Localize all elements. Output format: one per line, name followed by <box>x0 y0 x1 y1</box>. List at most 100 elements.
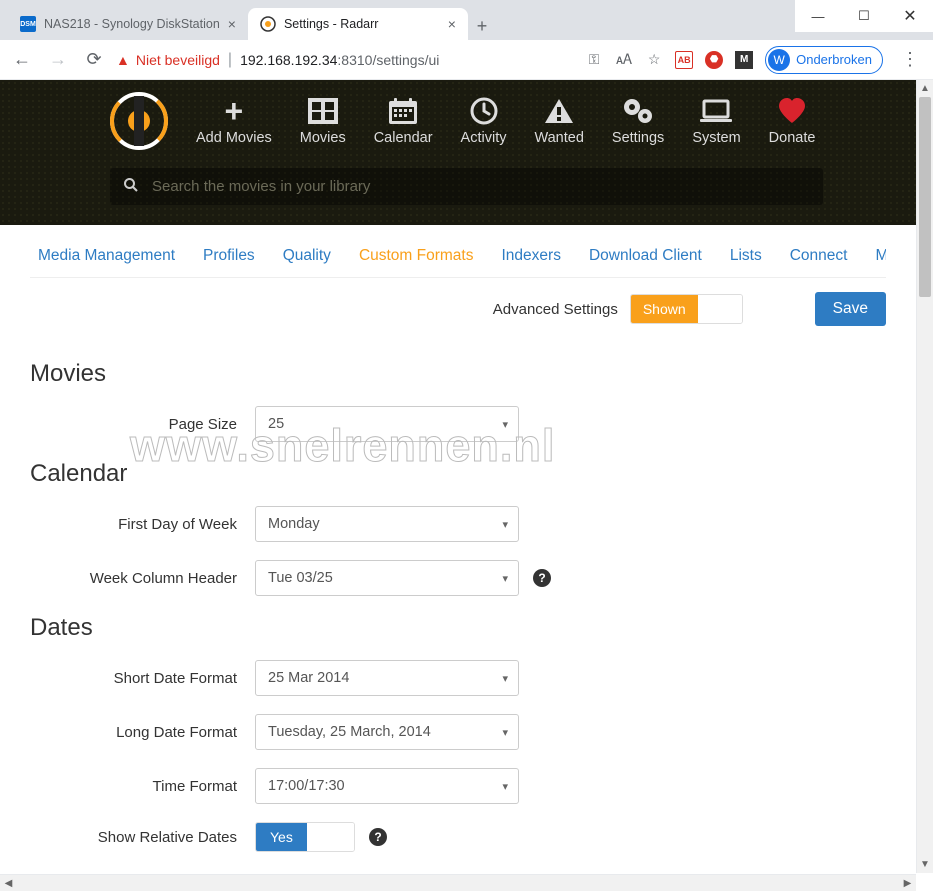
nav-system[interactable]: System <box>692 96 740 146</box>
window-minimize-button[interactable]: — <box>795 0 841 32</box>
settings-tabs: Media Management Profiles Quality Custom… <box>30 225 886 278</box>
plus-icon: + <box>225 96 244 126</box>
week-header-label: Week Column Header <box>30 570 255 587</box>
help-icon[interactable]: ? <box>369 828 387 846</box>
tab-profiles[interactable]: Profiles <box>203 247 255 265</box>
short-date-select[interactable]: 25 Mar 2014 <box>255 660 519 696</box>
extension-badge-icon[interactable]: ⬣ <box>705 51 723 69</box>
horizontal-scrollbar[interactable]: ◀ ▶ <box>0 874 916 891</box>
window-close-button[interactable]: ✕ <box>887 0 933 32</box>
tab-close-icon[interactable]: × <box>448 16 456 32</box>
settings-toolbar: Advanced Settings Shown Save <box>30 278 886 346</box>
tab-metadata[interactable]: Metadata <box>875 247 886 265</box>
nav-wanted[interactable]: Wanted <box>534 96 583 146</box>
url-host: 192.168.192.34 <box>240 52 337 68</box>
scroll-left-icon[interactable]: ◀ <box>0 875 17 891</box>
tab-close-icon[interactable]: × <box>228 16 236 32</box>
film-icon <box>308 96 338 126</box>
tab-indexers[interactable]: Indexers <box>502 247 561 265</box>
clock-icon <box>470 96 498 126</box>
week-header-select[interactable]: Tue 03/25 <box>255 560 519 596</box>
radarr-header: + Add Movies Movies Calendar Activity <box>0 80 933 225</box>
forward-button[interactable]: → <box>44 46 72 74</box>
nav-label: Add Movies <box>196 130 272 146</box>
favicon-icon: DSM <box>20 16 36 32</box>
toggle-off-side <box>307 823 354 851</box>
security-warning[interactable]: ▲ Niet beveiligd <box>116 52 220 68</box>
save-button[interactable]: Save <box>815 292 886 326</box>
window-maximize-button[interactable]: ☐ <box>841 0 887 32</box>
nav-donate[interactable]: Donate <box>769 96 816 146</box>
browser-address-bar: ← → ⟳ ▲ Niet beveiligd | 192.168.192.34:… <box>0 40 933 80</box>
tab-media-management[interactable]: Media Management <box>38 247 175 265</box>
calendar-icon <box>389 96 417 126</box>
tab-download-client[interactable]: Download Client <box>589 247 702 265</box>
scroll-down-icon[interactable]: ▼ <box>917 856 933 873</box>
section-calendar-title: Calendar <box>30 460 886 488</box>
search-icon <box>124 178 138 195</box>
vertical-scrollbar[interactable]: ▲ ▼ <box>916 80 933 873</box>
nav-label: Settings <box>612 130 664 146</box>
scrollbar-thumb[interactable] <box>919 97 931 297</box>
scroll-right-icon[interactable]: ▶ <box>899 875 916 891</box>
relative-dates-label: Show Relative Dates <box>30 829 255 846</box>
help-icon[interactable]: ? <box>533 569 551 587</box>
nav-settings[interactable]: Settings <box>612 96 664 146</box>
section-movies-title: Movies <box>30 360 886 388</box>
reload-button[interactable]: ⟳ <box>80 46 108 74</box>
back-button[interactable]: ← <box>8 46 36 74</box>
page-size-select[interactable]: 25 <box>255 406 519 442</box>
nav-calendar[interactable]: Calendar <box>374 96 433 146</box>
long-date-label: Long Date Format <box>30 724 255 741</box>
gears-icon <box>622 96 654 126</box>
security-label: Niet beveiligd <box>136 52 220 68</box>
profile-avatar-icon: W <box>768 49 790 71</box>
nav-activity[interactable]: Activity <box>461 96 507 146</box>
toggle-value: Yes <box>256 823 307 851</box>
tab-lists[interactable]: Lists <box>730 247 762 265</box>
app-viewport: + Add Movies Movies Calendar Activity <box>0 80 933 873</box>
profile-button[interactable]: W Onderbroken <box>765 46 883 74</box>
radarr-logo-icon[interactable] <box>110 92 168 150</box>
nav-label: Activity <box>461 130 507 146</box>
warning-icon: ▲ <box>116 52 130 68</box>
nav-movies[interactable]: Movies <box>300 96 346 146</box>
nav-label: Wanted <box>534 130 583 146</box>
browser-tab-radarr[interactable]: Settings - Radarr × <box>248 8 468 40</box>
search-bar[interactable] <box>110 168 823 205</box>
nav-add-movies[interactable]: + Add Movies <box>196 96 272 146</box>
advanced-settings-toggle[interactable]: Shown <box>630 294 743 324</box>
browser-tab-synology[interactable]: DSM NAS218 - Synology DiskStation × <box>8 8 248 40</box>
tab-connect[interactable]: Connect <box>790 247 848 265</box>
short-date-label: Short Date Format <box>30 670 255 687</box>
long-date-select[interactable]: Tuesday, 25 March, 2014 <box>255 714 519 750</box>
advanced-settings-label: Advanced Settings <box>493 301 618 318</box>
time-format-select[interactable]: 17:00/17:30 <box>255 768 519 804</box>
first-day-select[interactable]: Monday <box>255 506 519 542</box>
extension-m-icon[interactable]: M <box>735 51 753 69</box>
new-tab-button[interactable]: + <box>468 12 496 40</box>
tab-custom-formats[interactable]: Custom Formats <box>359 247 474 265</box>
settings-page: Media Management Profiles Quality Custom… <box>0 225 916 873</box>
browser-menu-button[interactable]: ⋮ <box>895 49 925 70</box>
tab-quality[interactable]: Quality <box>283 247 331 265</box>
url-port: :8310 <box>337 52 372 68</box>
scroll-up-icon[interactable]: ▲ <box>917 80 933 97</box>
time-format-label: Time Format <box>30 778 255 795</box>
favicon-icon <box>260 16 276 32</box>
nav-label: Movies <box>300 130 346 146</box>
relative-dates-toggle[interactable]: Yes <box>255 822 355 852</box>
search-input[interactable] <box>152 178 809 195</box>
nav-label: System <box>692 130 740 146</box>
translate-icon[interactable]: 🗚 <box>615 51 633 69</box>
url-display[interactable]: 192.168.192.34:8310/settings/ui <box>240 52 439 68</box>
key-icon[interactable]: ⚿ <box>585 51 603 69</box>
nav-label: Donate <box>769 130 816 146</box>
profile-label: Onderbroken <box>796 52 872 67</box>
url-path: /settings/ui <box>372 52 439 68</box>
star-icon[interactable]: ☆ <box>645 51 663 69</box>
extension-ab-icon[interactable]: AB <box>675 51 693 69</box>
tab-title: NAS218 - Synology DiskStation <box>44 17 220 31</box>
section-dates-title: Dates <box>30 614 886 642</box>
warning-icon <box>544 96 574 126</box>
